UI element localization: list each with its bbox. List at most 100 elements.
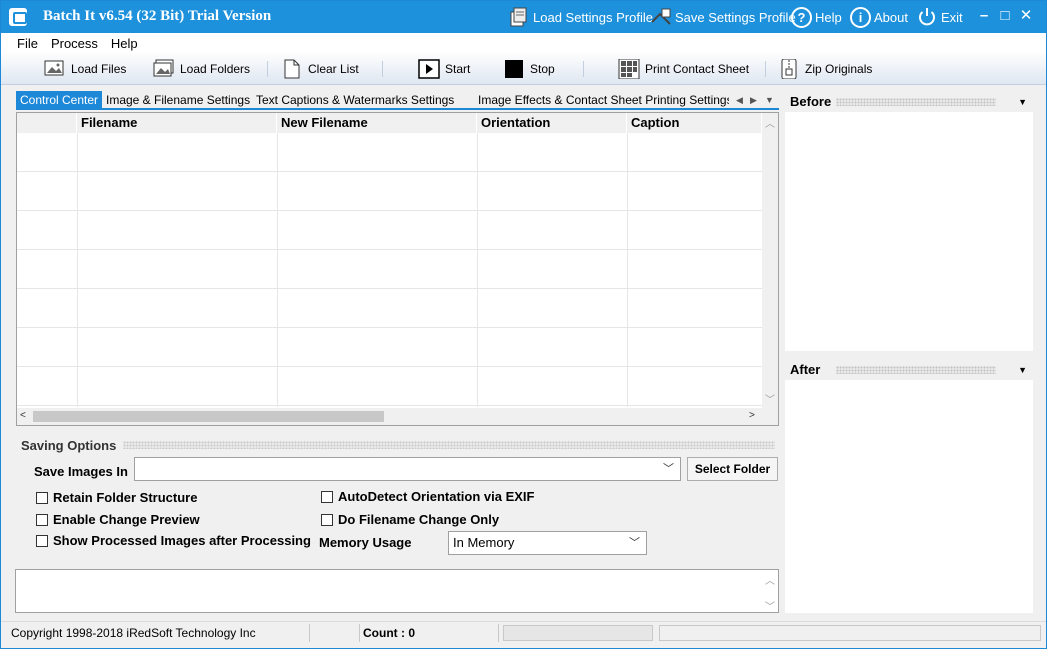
horizontal-scroll-thumb[interactable] <box>33 411 384 422</box>
copyright-text: Copyright 1998-2018 iRedSoft Technology … <box>11 626 256 640</box>
before-dropdown-icon[interactable]: ▼ <box>1018 92 1027 112</box>
load-profile-icon <box>508 6 530 28</box>
log-output-box[interactable]: ︿ ﹀ <box>15 569 779 613</box>
tab-image-effects-contact-sheet[interactable]: Image Effects & Contact Sheet Printing S… <box>474 91 729 109</box>
saving-options-title: Saving Options <box>21 438 117 453</box>
checkbox-box <box>36 491 48 504</box>
menu-bar: File Process Help <box>1 33 1046 53</box>
filename-change-only-checkbox[interactable]: Do Filename Change Only <box>321 512 499 527</box>
column-header-orientation[interactable]: Orientation <box>477 113 627 133</box>
scroll-left-icon[interactable]: < <box>20 410 26 421</box>
retain-folder-structure-label: Retain Folder Structure <box>53 490 198 505</box>
zip-originals-button[interactable]: Zip Originals <box>778 58 872 80</box>
menu-process[interactable]: Process <box>51 36 98 51</box>
menu-help[interactable]: Help <box>111 36 138 51</box>
about-icon: i <box>850 6 871 28</box>
toolbar: Load Files Load Folders Clear List Start <box>1 53 1046 85</box>
help-label: Help <box>815 9 842 25</box>
progress-bar <box>503 625 653 641</box>
scroll-down-icon[interactable]: ﹀ <box>765 391 775 406</box>
save-images-in-combo[interactable]: ﹀ <box>134 457 681 481</box>
window-title: Batch It v6.54 (32 Bit) Trial Version <box>43 8 272 24</box>
memory-usage-select[interactable]: In Memory ﹀ <box>448 531 647 555</box>
after-dropdown-icon[interactable]: ▼ <box>1018 360 1027 380</box>
print-contact-sheet-label: Print Contact Sheet <box>645 62 750 76</box>
checkbox-box <box>36 513 48 526</box>
after-title: After <box>790 362 821 377</box>
before-preview-area <box>785 112 1033 351</box>
minimize-button[interactable]: – <box>976 8 992 24</box>
retain-folder-structure-checkbox[interactable]: Retain Folder Structure <box>36 490 197 505</box>
scroll-right-icon[interactable]: > <box>749 410 755 421</box>
save-settings-profile-label: Save Settings Profile <box>675 9 796 25</box>
load-folders-button[interactable]: Load Folders <box>153 58 250 80</box>
clear-list-label: Clear List <box>308 62 359 76</box>
help-button[interactable]: ? Help <box>791 5 842 29</box>
checkbox-box <box>321 513 333 526</box>
contact-sheet-icon <box>618 58 640 80</box>
memory-usage-label: Memory Usage <box>319 535 412 550</box>
tab-text-captions-watermarks[interactable]: Text Captions & Watermarks Settings <box>252 91 458 109</box>
chevron-down-icon: ﹀ <box>663 463 674 475</box>
checkbox-box <box>321 490 333 503</box>
app-window: Batch It v6.54 (32 Bit) Trial Version Lo… <box>0 0 1047 649</box>
load-files-label: Load Files <box>71 62 127 76</box>
save-images-in-label: Save Images In <box>34 464 128 479</box>
tab-list-dropdown-icon[interactable]: ▼ <box>765 91 774 109</box>
about-button[interactable]: i About <box>850 5 908 29</box>
status-bar: Copyright 1998-2018 iRedSoft Technology … <box>1 621 1046 643</box>
tab-scroll-left-icon[interactable]: ◀ <box>736 91 743 109</box>
settings-tab-strip: Control Center Image & Filename Settings… <box>16 91 779 110</box>
column-header-caption[interactable]: Caption <box>627 113 762 133</box>
autodetect-orientation-label: AutoDetect Orientation via EXIF <box>338 489 535 504</box>
column-header-new-filename[interactable]: New Filename <box>277 113 477 133</box>
start-label: Start <box>445 62 471 76</box>
grid-horizontal-scrollbar[interactable]: < > <box>17 408 778 425</box>
load-settings-profile-label: Load Settings Profile <box>533 9 653 25</box>
stop-icon <box>503 59 525 79</box>
help-icon: ? <box>791 6 812 28</box>
file-list-grid[interactable]: Filename New Filename Orientation Captio… <box>16 112 779 426</box>
grid-body <box>17 133 762 407</box>
column-header-filename[interactable]: Filename <box>77 113 277 133</box>
blank-document-icon <box>281 59 303 79</box>
scroll-up-icon[interactable]: ︿ <box>765 572 775 587</box>
zip-icon <box>778 58 800 80</box>
before-title: Before <box>790 94 832 109</box>
autodetect-orientation-checkbox[interactable]: AutoDetect Orientation via EXIF <box>321 489 534 504</box>
grid-vertical-scrollbar[interactable]: ︿ ﹀ <box>762 113 778 411</box>
stop-button[interactable]: Stop <box>503 58 555 80</box>
load-settings-profile-button[interactable]: Load Settings Profile <box>508 5 653 29</box>
close-button[interactable]: ✕ <box>1018 8 1034 24</box>
select-folder-button[interactable]: Select Folder <box>687 457 778 481</box>
save-settings-profile-button[interactable]: Save Settings Profile <box>650 5 796 29</box>
tab-image-filename-settings[interactable]: Image & Filename Settings <box>102 91 254 109</box>
maximize-button[interactable]: □ <box>997 8 1013 24</box>
enable-change-preview-checkbox[interactable]: Enable Change Preview <box>36 512 200 527</box>
stop-label: Stop <box>530 62 555 76</box>
after-preview-area <box>785 380 1033 613</box>
file-count: Count : 0 <box>363 626 415 640</box>
checkbox-box <box>36 534 48 547</box>
menu-file[interactable]: File <box>17 36 38 51</box>
scroll-down-icon[interactable]: ﹀ <box>765 598 775 613</box>
before-panel-header: Before ▼ <box>784 92 1033 112</box>
grid-header: Filename New Filename Orientation Captio… <box>17 113 762 133</box>
scroll-up-icon[interactable]: ︿ <box>765 115 775 130</box>
column-header-index[interactable] <box>17 113 77 133</box>
status-message-area <box>659 625 1041 641</box>
power-icon <box>916 6 938 28</box>
enable-change-preview-label: Enable Change Preview <box>53 512 200 527</box>
filename-change-only-label: Do Filename Change Only <box>338 512 500 527</box>
start-button[interactable]: Start <box>418 58 470 80</box>
title-bar: Batch It v6.54 (32 Bit) Trial Version Lo… <box>1 1 1046 33</box>
memory-usage-value: In Memory <box>453 535 515 550</box>
exit-button[interactable]: Exit <box>916 5 963 29</box>
clear-list-button[interactable]: Clear List <box>281 58 359 80</box>
tab-scroll-right-icon[interactable]: ▶ <box>750 91 757 109</box>
show-processed-images-checkbox[interactable]: Show Processed Images after Processing <box>36 533 311 548</box>
load-files-button[interactable]: Load Files <box>44 58 126 80</box>
print-contact-sheet-button[interactable]: Print Contact Sheet <box>618 58 749 80</box>
tab-control-center[interactable]: Control Center <box>16 91 103 109</box>
load-folders-icon <box>153 59 175 79</box>
